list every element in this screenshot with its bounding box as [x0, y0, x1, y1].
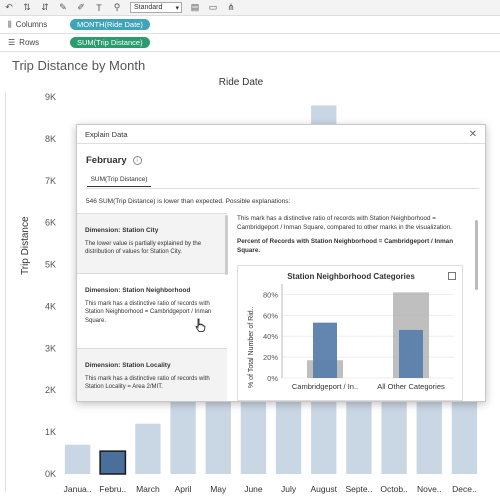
- y-tick-label: 8K: [45, 134, 56, 144]
- bar-1[interactable]: [99, 450, 127, 475]
- mark-title: February: [86, 155, 127, 166]
- x-tick-label: August: [311, 484, 338, 494]
- x-tick-label: April: [175, 484, 192, 494]
- y-tick-label: 5K: [45, 260, 56, 270]
- mini-y-tick-label: 20%: [263, 353, 278, 362]
- tab-divider: [85, 188, 479, 189]
- detail-bold: Percent of Records with Station Neighbor…: [237, 238, 454, 254]
- y-tick-label: 7K: [45, 176, 56, 186]
- y-tick-label: 2K: [45, 385, 56, 395]
- x-tick-label: Febru..: [99, 484, 126, 494]
- explanation-title: Dimension: Station Neighborhood: [85, 287, 191, 294]
- explanation-title: Dimension: Station Locality: [85, 362, 171, 369]
- summary-text: 546 SUM(Trip Distance) is lower than exp…: [86, 198, 291, 205]
- mini-x-tick-label: All Other Categories: [377, 382, 445, 391]
- explanation-text: This mark has a distinctive ratio of rec…: [85, 375, 210, 391]
- mini-bar-0-1[interactable]: [313, 322, 337, 378]
- y-tick-label: 1K: [45, 427, 56, 437]
- mini-bar-1-1[interactable]: [399, 329, 423, 378]
- close-icon[interactable]: ✕: [469, 129, 477, 140]
- list-scrollbar[interactable]: [225, 215, 228, 275]
- explanation-text: The lower value is partially explained b…: [85, 240, 202, 256]
- y-tick-label: 0K: [45, 469, 56, 479]
- dialog-title: Explain Data: [85, 129, 128, 139]
- x-tick-label: Septe..: [345, 484, 372, 494]
- station-neighborhood-chart: Station Neighborhood Categories % of Tot…: [237, 265, 463, 401]
- x-tick-label: Octob..: [380, 484, 407, 494]
- bar-2[interactable]: [135, 423, 161, 474]
- detail-scrollbar[interactable]: [475, 220, 478, 290]
- explanation-list: Dimension: Station City The lower value …: [77, 213, 227, 401]
- explanation-item[interactable]: Dimension: Station City The lower value …: [77, 214, 227, 274]
- x-tick-label: Dece..: [452, 484, 477, 494]
- mini-chart-plot: 0% 20% 40% 60% 80% Cambridgeport / In.. All Ot…: [263, 284, 454, 391]
- info-icon[interactable]: i: [132, 156, 142, 165]
- mark-heading: February i: [86, 155, 142, 166]
- x-tick-label: Nove..: [417, 484, 442, 494]
- x-tick-label: June: [244, 484, 263, 494]
- x-tick-label: March: [136, 484, 160, 494]
- y-tick-label: 4K: [45, 301, 56, 311]
- explanation-detail: This mark has a distinctive ratio of rec…: [237, 215, 477, 255]
- y-tick-label: 6K: [45, 218, 56, 228]
- dialog-header: Explain Data ✕: [77, 125, 485, 144]
- explain-data-dialog: Explain Data ✕ February i SUM(Trip Dista…: [76, 124, 486, 402]
- mini-y-tick-label: 40%: [263, 332, 278, 341]
- x-tick-label: Janua..: [64, 484, 92, 494]
- bar-0[interactable]: [64, 444, 91, 474]
- y-tick-label: 3K: [45, 343, 56, 353]
- x-tick-label: May: [210, 484, 227, 494]
- mini-y-tick-label: 0%: [267, 374, 278, 383]
- detail-text: This mark has a distinctive ratio of rec…: [237, 215, 452, 231]
- hand-cursor-icon: [195, 318, 206, 332]
- explanation-item[interactable]: Dimension: Station Locality This mark ha…: [77, 349, 227, 401]
- mini-y-tick-label: 80%: [263, 290, 278, 299]
- x-tick-label: July: [281, 484, 297, 494]
- explanation-title: Dimension: Station City: [85, 227, 159, 234]
- y-tick-label: 9K: [45, 92, 56, 102]
- mini-y-tick-label: 60%: [263, 311, 278, 320]
- tab-measure[interactable]: SUM(Trip Distance): [87, 176, 151, 187]
- mini-x-tick-label: Cambridgeport / In..: [292, 382, 358, 391]
- explanation-item-selected[interactable]: Dimension: Station Neighborhood This mar…: [77, 274, 227, 349]
